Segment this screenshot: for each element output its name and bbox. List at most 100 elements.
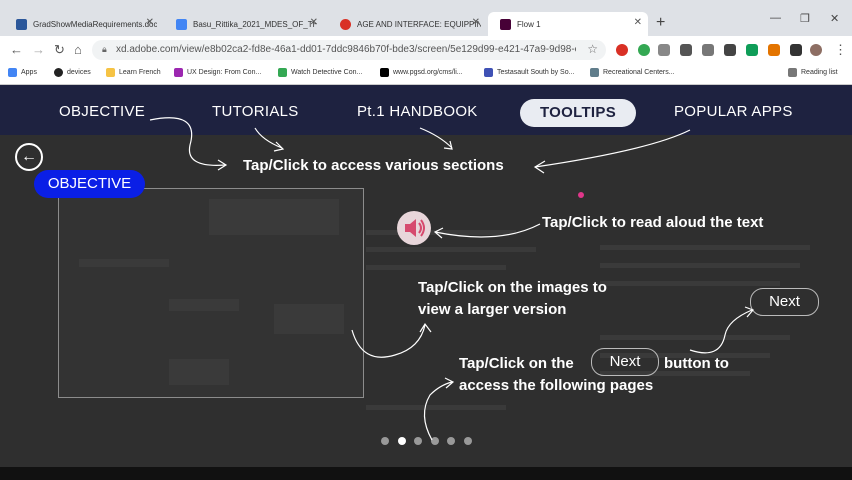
menu-icon[interactable]: ⋮ (834, 42, 847, 58)
pagination-dot[interactable] (414, 437, 422, 445)
app-nav-bar: OBJECTIVE TUTORIALS Pt.1 HANDBOOK TOOLTI… (0, 85, 852, 135)
thumbnail-image[interactable] (58, 188, 364, 398)
pagination-dot[interactable] (447, 437, 455, 445)
bookmark-item[interactable]: devices (54, 68, 91, 77)
nav-handbook[interactable]: Pt.1 HANDBOOK (357, 103, 478, 120)
avatar[interactable] (810, 44, 822, 56)
extension-icon[interactable] (724, 44, 736, 56)
next-button-example: Next (591, 348, 659, 376)
browser-tab-active[interactable]: Flow 1 ✕ (488, 12, 648, 36)
bookmark-item[interactable]: Testasault South by So... (484, 68, 574, 77)
browser-tab[interactable]: AGE AND INTERFACE: EQUIPPING ✕ (328, 12, 486, 36)
cursor-indicator (578, 192, 584, 198)
adobe-xd-icon (500, 18, 511, 30)
next-button[interactable]: Next (750, 288, 819, 316)
browser-tab[interactable]: GradShowMediaRequirements.docx ✕ (4, 12, 160, 36)
extension-icon[interactable] (680, 44, 692, 56)
blackboard-icon (380, 68, 389, 77)
bookmark-star-icon[interactable]: ☆ (587, 42, 598, 56)
objective-badge: OBJECTIVE (34, 170, 145, 198)
nav-popular-apps[interactable]: POPULAR APPS (674, 103, 793, 120)
lock-icon: 🔒︎ (102, 44, 107, 54)
bookmark-label: Learn French (119, 69, 161, 76)
extension-icon[interactable] (638, 44, 650, 56)
tooltip-next-suffix: button to (664, 355, 729, 372)
speaker-glyph (405, 219, 425, 237)
bookmark-item[interactable]: www.pgsd.org/cms/li... (380, 68, 463, 77)
bookmark-label: devices (67, 69, 91, 76)
bookmark-item[interactable]: Learn French (106, 68, 161, 77)
close-window-icon[interactable]: ✕ (830, 12, 839, 25)
extension-icon[interactable] (702, 44, 714, 56)
close-icon[interactable]: ✕ (634, 17, 642, 28)
reading-list[interactable]: Reading list (788, 68, 838, 77)
image-block (209, 199, 339, 235)
back-arrow-icon[interactable]: ← (15, 143, 43, 171)
folder-icon (106, 68, 115, 77)
tooltip-sections: Tap/Click to access various sections (243, 157, 504, 174)
pagination-dot[interactable] (430, 437, 439, 445)
restore-icon[interactable]: ❐ (800, 12, 810, 25)
url-text: xd.adobe.com/view/e8b02ca2-fd8e-46a1-dd0… (116, 44, 576, 55)
bookmark-favicon (278, 68, 287, 77)
tooltip-read-aloud: Tap/Click to read aloud the text (542, 214, 764, 231)
bookmark-item[interactable]: UX Design: From Con... (174, 68, 261, 77)
tab-title: GradShowMediaRequirements.docx (33, 19, 157, 29)
puzzle-icon[interactable] (790, 44, 802, 56)
nav-tooltips[interactable]: TOOLTIPS (520, 99, 636, 127)
nav-tutorials[interactable]: TUTORIALS (212, 103, 299, 120)
background-text-line (366, 230, 516, 235)
bookmark-apps[interactable]: Apps (8, 68, 37, 77)
bookmark-favicon (484, 68, 493, 77)
bookmark-favicon (174, 68, 183, 77)
image-block (169, 359, 229, 385)
bookmarks-bar: Apps devices Learn French UX Design: Fro… (0, 64, 852, 85)
bookmark-label: Recreational Centers... (603, 69, 675, 76)
tooltip-next-prefix: Tap/Click on the (459, 355, 574, 372)
close-icon[interactable]: ✕ (146, 17, 154, 28)
bookmark-item[interactable]: Recreational Centers... (590, 68, 675, 77)
extension-icon[interactable] (746, 44, 758, 56)
extension-icon[interactable] (768, 44, 780, 56)
browser-tab[interactable]: Basu_Rittika_2021_MDES_OF_THESIS ✕ (164, 12, 324, 36)
forward-icon[interactable]: → (32, 42, 45, 57)
tab-title: AGE AND INTERFACE: EQUIPPING (357, 19, 481, 29)
pagination-dot[interactable] (463, 437, 472, 445)
image-block (79, 259, 169, 267)
background-text-line (600, 281, 780, 286)
back-icon[interactable]: ← (10, 42, 23, 57)
reload-icon[interactable]: ↻ (54, 42, 65, 58)
tooltip-images-line1: Tap/Click on the images to (418, 279, 607, 296)
address-bar[interactable]: 🔒︎ xd.adobe.com/view/e8b02ca2-fd8e-46a1-… (92, 40, 606, 60)
close-icon[interactable]: ✕ (472, 17, 480, 28)
bookmark-label: www.pgsd.org/cms/li... (393, 69, 463, 76)
new-tab-button[interactable]: + (656, 14, 665, 32)
docs-icon (176, 18, 187, 30)
bookmark-favicon (54, 68, 63, 77)
extension-icon[interactable] (658, 44, 670, 56)
close-icon[interactable]: ✕ (310, 17, 318, 28)
reading-list-icon (788, 68, 797, 77)
pagination-dot[interactable] (397, 437, 406, 445)
tooltip-images-line2: view a larger version (418, 301, 567, 318)
speaker-icon[interactable] (397, 211, 431, 245)
background-text-line (600, 263, 800, 268)
extension-icon[interactable] (616, 44, 628, 56)
nav-objective[interactable]: OBJECTIVE (59, 103, 145, 120)
background-text-line (366, 405, 506, 410)
bookmark-item[interactable]: Watch Detective Con... (278, 68, 362, 77)
image-block (169, 299, 239, 311)
home-icon[interactable]: ⌂ (74, 42, 82, 57)
tab-title: Flow 1 (517, 19, 541, 29)
bookmark-label: UX Design: From Con... (187, 69, 262, 76)
apps-grid-icon (8, 68, 17, 77)
minimize-icon[interactable]: — (770, 12, 781, 24)
bookmark-label: Watch Detective Con... (291, 69, 363, 76)
background-text-line (366, 247, 536, 252)
bookmark-label: Apps (21, 69, 37, 76)
pagination-dot[interactable] (381, 437, 389, 445)
bookmark-favicon (590, 68, 599, 77)
background-text-line (600, 335, 790, 340)
tooltip-next-line2: access the following pages (459, 377, 654, 394)
image-block (274, 304, 344, 334)
